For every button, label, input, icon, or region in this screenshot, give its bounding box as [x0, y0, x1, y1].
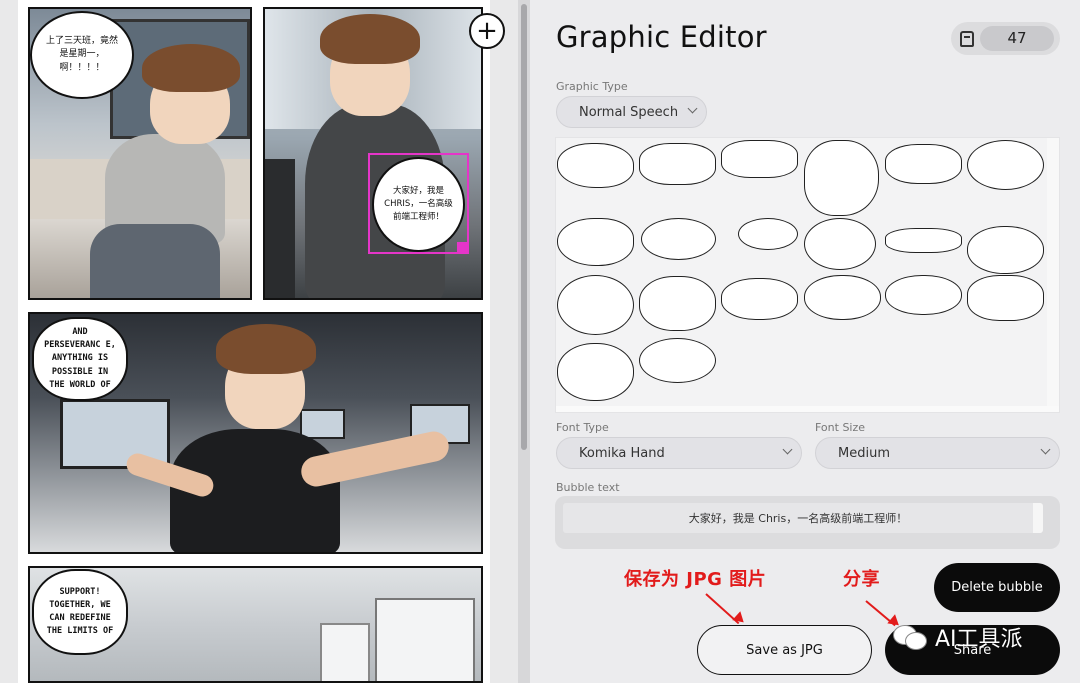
whiteboard-illustration [375, 598, 475, 681]
font-size-label: Font Size [815, 421, 866, 434]
font-size-value: Medium [838, 445, 890, 461]
save-annotation: 保存为 JPG 图片 [624, 569, 767, 590]
bubble-shape-option[interactable] [557, 218, 634, 266]
speech-bubble-text: SUPPORT! TOGETHER, WE CAN REDEFINE THE L… [46, 586, 114, 637]
character-hair-illustration [142, 44, 240, 92]
whiteboard-illustration [320, 623, 370, 681]
bubble-shape-option[interactable] [738, 218, 798, 250]
grid-divider [556, 406, 1059, 412]
bubble-shape-grid [555, 137, 1060, 413]
speech-bubble-panel-4[interactable]: SUPPORT! TOGETHER, WE CAN REDEFINE THE L… [32, 569, 128, 655]
bubble-shape-option[interactable] [967, 275, 1044, 321]
screen-illustration [300, 409, 345, 439]
plus-icon: + [476, 16, 498, 46]
credit-count: 47 [980, 26, 1054, 51]
bubble-shape-option[interactable] [557, 343, 634, 401]
bubble-shape-option[interactable] [804, 218, 876, 270]
speech-bubble-panel-3[interactable]: AND PERSEVERANC E, ANYTHING IS POSSIBLE … [32, 317, 128, 401]
character-hair-illustration [216, 324, 316, 374]
save-jpg-button[interactable]: Save as JPG [697, 625, 872, 675]
font-size-select[interactable]: Medium [815, 437, 1060, 469]
bubble-shape-option[interactable] [641, 218, 716, 260]
chevron-down-icon [687, 103, 698, 114]
bubble-shape-option[interactable] [885, 144, 962, 184]
wechat-icon [893, 623, 929, 651]
bubble-shape-option[interactable] [639, 143, 716, 185]
speech-bubble-text: AND PERSEVERANC E, ANYTHING IS POSSIBLE … [44, 327, 116, 390]
bubble-shape-option[interactable] [557, 275, 634, 335]
graphic-type-value: Normal Speech [579, 104, 679, 120]
speech-bubble-panel-1[interactable]: 上了三天班，竟然是星期一，啊！！！！ [30, 11, 134, 99]
delete-bubble-button[interactable]: Delete bubble [934, 563, 1060, 612]
watermark-text: AI工具派 [935, 627, 1023, 652]
bubble-shape-option[interactable] [804, 275, 881, 320]
character-legs-illustration [90, 224, 220, 298]
bubble-shape-option[interactable] [639, 338, 716, 383]
bubble-shape-option[interactable] [885, 275, 962, 315]
bubble-shape-option[interactable] [967, 226, 1044, 274]
bubble-shape-option[interactable] [967, 140, 1044, 190]
bubble-shape-option[interactable] [804, 140, 879, 216]
grid-scrollbar[interactable] [1047, 138, 1059, 412]
bubble-text-field[interactable]: 大家好，我是 Chris，一名高级前端工程师！ [555, 496, 1060, 549]
font-type-label: Font Type [556, 421, 609, 434]
bubble-shape-option[interactable] [885, 228, 962, 253]
graphic-editor-panel: Graphic Editor 47 Graphic Type Normal Sp… [530, 0, 1080, 683]
watermark: AI工具派 [893, 621, 1023, 653]
graphic-type-select[interactable]: Normal Speech [556, 96, 707, 128]
bubble-selection-box[interactable] [368, 153, 469, 254]
speech-bubble-text: 上了三天班，竟然是星期一，啊！！！！ [45, 35, 118, 73]
font-type-select[interactable]: Komika Hand [556, 437, 802, 469]
canvas-scrollbar[interactable] [518, 0, 530, 683]
add-panel-button[interactable]: + [469, 13, 505, 49]
monitor-illustration [265, 159, 295, 298]
character-hair-illustration [320, 14, 420, 64]
resize-handle[interactable] [457, 242, 469, 254]
bubble-shape-option[interactable] [721, 278, 798, 320]
chevron-down-icon [782, 444, 793, 455]
scrollbar-thumb[interactable] [521, 4, 527, 450]
bread-icon [960, 30, 974, 47]
bubble-text-label: Bubble text [556, 481, 620, 494]
page-title: Graphic Editor [556, 20, 767, 54]
share-annotation: 分享 [843, 569, 880, 590]
bubble-shape-option[interactable] [557, 143, 634, 188]
chevron-down-icon [1040, 444, 1051, 455]
graphic-type-label: Graphic Type [556, 80, 628, 93]
app-root: 上了三天班，竟然是星期一，啊！！！！ 大家好，我是 CHRIS，一名高级前端工程… [0, 0, 1080, 683]
credit-badge: 47 [951, 22, 1060, 55]
font-type-value: Komika Hand [579, 445, 665, 461]
bubble-shape-option[interactable] [639, 276, 716, 331]
bubble-shape-option[interactable] [721, 140, 798, 178]
bubble-text-input[interactable]: 大家好，我是 Chris，一名高级前端工程师！ [563, 503, 1043, 533]
comic-canvas: 上了三天班，竟然是星期一，啊！！！！ 大家好，我是 CHRIS，一名高级前端工程… [0, 0, 530, 683]
